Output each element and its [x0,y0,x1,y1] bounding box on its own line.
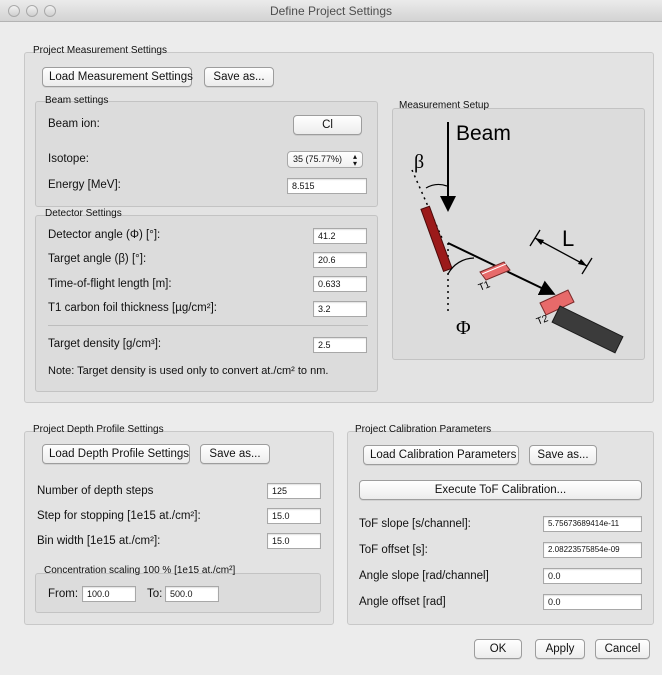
detector-settings-title: Detector Settings [45,208,122,219]
stopping-step-field[interactable]: 15.0 [267,508,321,524]
detector-angle-field[interactable]: 41.2 [313,228,367,244]
tof-length-label: Time-of-flight length [m]: [48,278,172,290]
angle-offset-label: Angle offset [rad] [359,596,446,608]
target-density-note: Note: Target density is used only to con… [48,365,329,377]
target-sample [420,205,453,273]
beam-label: Beam [456,122,511,145]
foil-thickness-field[interactable]: 3.2 [313,301,367,317]
tof-length-field[interactable]: 0.633 [313,276,367,292]
project-measurement-settings-title: Project Measurement Settings [33,45,167,56]
length-label: L [562,226,574,251]
project-depth-profile-title: Project Depth Profile Settings [33,424,164,435]
angle-offset-field[interactable]: 0.0 [543,594,642,610]
to-label: To: [147,588,163,600]
execute-tof-calibration-button[interactable]: Execute ToF Calibration... [359,480,642,500]
t2-detector [551,305,624,354]
angle-slope-label: Angle slope [rad/channel] [359,570,489,582]
t2-label: T2 [535,313,550,328]
divider [48,325,368,326]
phi-label: Φ [456,317,471,339]
length-arrowhead-right [578,259,587,266]
tof-slope-field[interactable]: 5.75673689414e-11 [543,516,642,532]
title-bar: Define Project Settings [0,0,662,22]
length-dimension-line [534,237,588,267]
beta-arc [425,183,448,189]
beam-ion-button[interactable]: Cl [293,115,362,135]
isotope-label: Isotope: [48,153,89,165]
load-calibration-parameters-button[interactable]: Load Calibration Parameters [363,445,519,465]
cancel-button[interactable]: Cancel [595,639,650,659]
isotope-select[interactable]: 35 (75.77%) ▴ ▾ [287,151,363,168]
load-depth-profile-settings-button[interactable]: Load Depth Profile Settings [42,444,190,464]
tof-offset-label: ToF offset [s]: [359,544,428,556]
save-measurement-as-button[interactable]: Save as... [204,67,274,87]
foil-thickness-label: T1 carbon foil thickness [µg/cm²]: [48,302,217,314]
minimize-window-icon[interactable] [26,5,38,17]
angle-slope-field[interactable]: 0.0 [543,568,642,584]
from-label: From: [48,588,79,600]
beam-ion-label: Beam ion: [48,118,100,130]
concentration-scaling-title: Concentration scaling 100 % [1e15 at./cm… [44,565,236,576]
zoom-window-icon[interactable] [44,5,56,17]
from-field[interactable]: 100.0 [82,586,136,602]
stepper-arrows-icon: ▴ ▾ [352,152,357,168]
load-measurement-settings-button[interactable]: Load Measurement Settings [42,67,193,87]
bin-width-label: Bin width [1e15 at./cm²]: [37,535,161,547]
window-title: Define Project Settings [269,4,393,18]
save-calibration-as-button[interactable]: Save as... [529,445,597,465]
close-window-icon[interactable] [8,5,20,17]
length-arrowhead-left [535,238,544,245]
energy-label: Energy [MeV]: [48,179,121,191]
beta-label: β [414,151,424,173]
energy-field[interactable]: 8.515 [287,178,367,194]
bin-width-field[interactable]: 15.0 [267,533,321,549]
apply-button[interactable]: Apply [535,639,585,659]
tof-slope-label: ToF slope [s/channel]: [359,518,471,530]
to-field[interactable]: 500.0 [165,586,219,602]
target-angle-label: Target angle (β) [°]: [48,253,147,265]
stopping-step-label: Step for stopping [1e15 at./cm²]: [37,510,201,522]
t1-label: T1 [477,279,492,294]
beam-settings-title: Beam settings [45,95,109,106]
target-density-field[interactable]: 2.5 [313,337,367,353]
measurement-setup-diagram: Beam β Φ L T1 T2 [411,122,624,354]
project-calibration-title: Project Calibration Parameters [355,424,492,435]
tof-offset-field[interactable]: 2.08223575854e-09 [543,542,642,558]
depth-steps-label: Number of depth steps [37,485,154,497]
target-density-label: Target density [g/cm³]: [48,338,162,350]
ok-button[interactable]: OK [474,639,522,659]
phi-arc [447,257,475,275]
save-depth-profile-as-button[interactable]: Save as... [200,444,270,464]
detector-angle-label: Detector angle (Φ) [°]: [48,229,161,241]
target-angle-field[interactable]: 20.6 [313,252,367,268]
depth-steps-field[interactable]: 125 [267,483,321,499]
isotope-value: 35 (75.77%) [293,154,343,164]
